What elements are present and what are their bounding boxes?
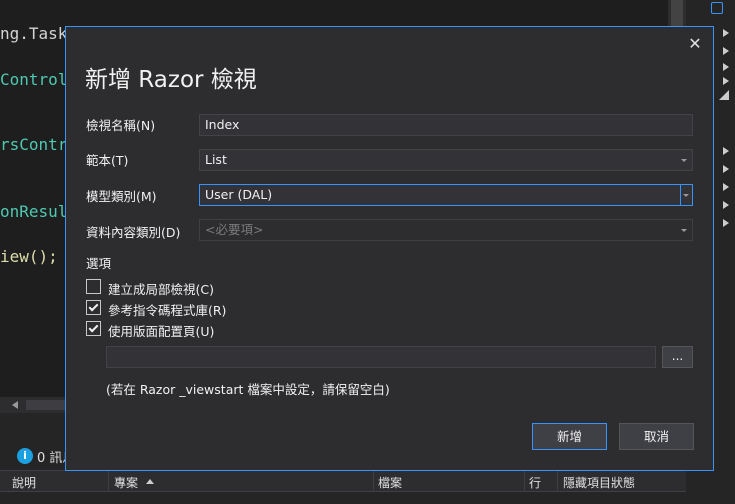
checkmark-icon — [88, 322, 99, 333]
column-file[interactable]: 檔案 — [378, 474, 402, 491]
column-description[interactable]: 說明 — [12, 474, 36, 491]
view-name-input[interactable]: Index — [199, 114, 693, 136]
info-icon[interactable]: i — [17, 448, 33, 464]
column-project[interactable]: 專案 — [114, 474, 138, 491]
reference-scripts-checkbox[interactable] — [86, 300, 101, 315]
view-name-label: 檢視名稱(N) — [86, 118, 156, 133]
browse-button[interactable]: ... — [662, 346, 693, 368]
expand-arrow-icon[interactable] — [723, 29, 729, 37]
data-context-value: <必要項> — [205, 222, 264, 237]
data-context-select[interactable]: <必要項> — [199, 219, 693, 241]
layout-hint: (若在 Razor _viewstart 檔案中設定，請保留空白) — [106, 382, 390, 397]
column-suppression-state[interactable]: 隱藏項目狀態 — [563, 474, 635, 491]
use-layout-label[interactable]: 使用版面配置頁(U) — [108, 321, 214, 340]
column-line[interactable]: 行 — [529, 474, 541, 491]
close-icon[interactable]: ✕ — [686, 35, 704, 53]
partial-view-checkbox[interactable] — [86, 279, 101, 294]
data-context-label: 資料內容類別(D) — [86, 225, 181, 240]
add-button[interactable]: 新增 — [532, 423, 607, 450]
sort-ascending-icon — [146, 479, 154, 484]
dialog-title: 新增 Razor 檢視 — [85, 67, 257, 93]
error-list-header: 說明 專案 檔案 行 隱藏項目狀態 — [0, 470, 686, 492]
collapse-corner-icon[interactable] — [719, 90, 729, 100]
template-label: 範本(T) — [86, 153, 129, 168]
expand-arrow-icon[interactable] — [723, 47, 729, 55]
use-layout-checkbox[interactable] — [86, 321, 101, 336]
column-divider[interactable] — [373, 471, 374, 491]
column-divider[interactable] — [108, 471, 109, 491]
layout-path-input[interactable] — [106, 346, 656, 368]
expand-arrow-icon[interactable] — [723, 201, 729, 209]
template-value: List — [205, 152, 227, 167]
model-class-value: User (DAL) — [205, 187, 273, 202]
model-class-select[interactable]: User (DAL) — [199, 184, 693, 206]
scroll-left-icon[interactable] — [12, 401, 18, 409]
expand-arrow-icon[interactable] — [723, 63, 729, 71]
chevron-down-icon — [681, 159, 687, 162]
chevron-down-icon — [681, 229, 687, 232]
column-divider[interactable] — [557, 471, 558, 491]
template-select[interactable]: List — [199, 149, 693, 171]
reference-scripts-label[interactable]: 參考指令碼程式庫(R) — [108, 300, 226, 319]
options-label: 選項 — [86, 256, 112, 271]
checkmark-icon — [88, 301, 99, 312]
partial-view-label[interactable]: 建立成局部檢視(C) — [108, 279, 214, 298]
expand-arrow-icon[interactable] — [723, 77, 729, 85]
expand-arrow-icon[interactable] — [723, 147, 729, 155]
globe-icon — [711, 2, 723, 14]
column-divider[interactable] — [524, 471, 525, 491]
add-razor-view-dialog: ✕ 新增 Razor 檢視 檢視名稱(N) Index 範本(T) List 模… — [65, 26, 714, 471]
chevron-down-icon — [683, 194, 689, 197]
model-class-label: 模型類別(M) — [86, 189, 157, 204]
dropdown-button[interactable] — [680, 185, 692, 205]
expand-arrow-icon[interactable] — [723, 219, 729, 227]
expand-arrow-icon[interactable] — [723, 183, 729, 191]
cancel-button[interactable]: 取消 — [619, 423, 694, 450]
code-line: iew(); — [0, 247, 58, 266]
expand-arrow-icon[interactable] — [723, 165, 729, 173]
